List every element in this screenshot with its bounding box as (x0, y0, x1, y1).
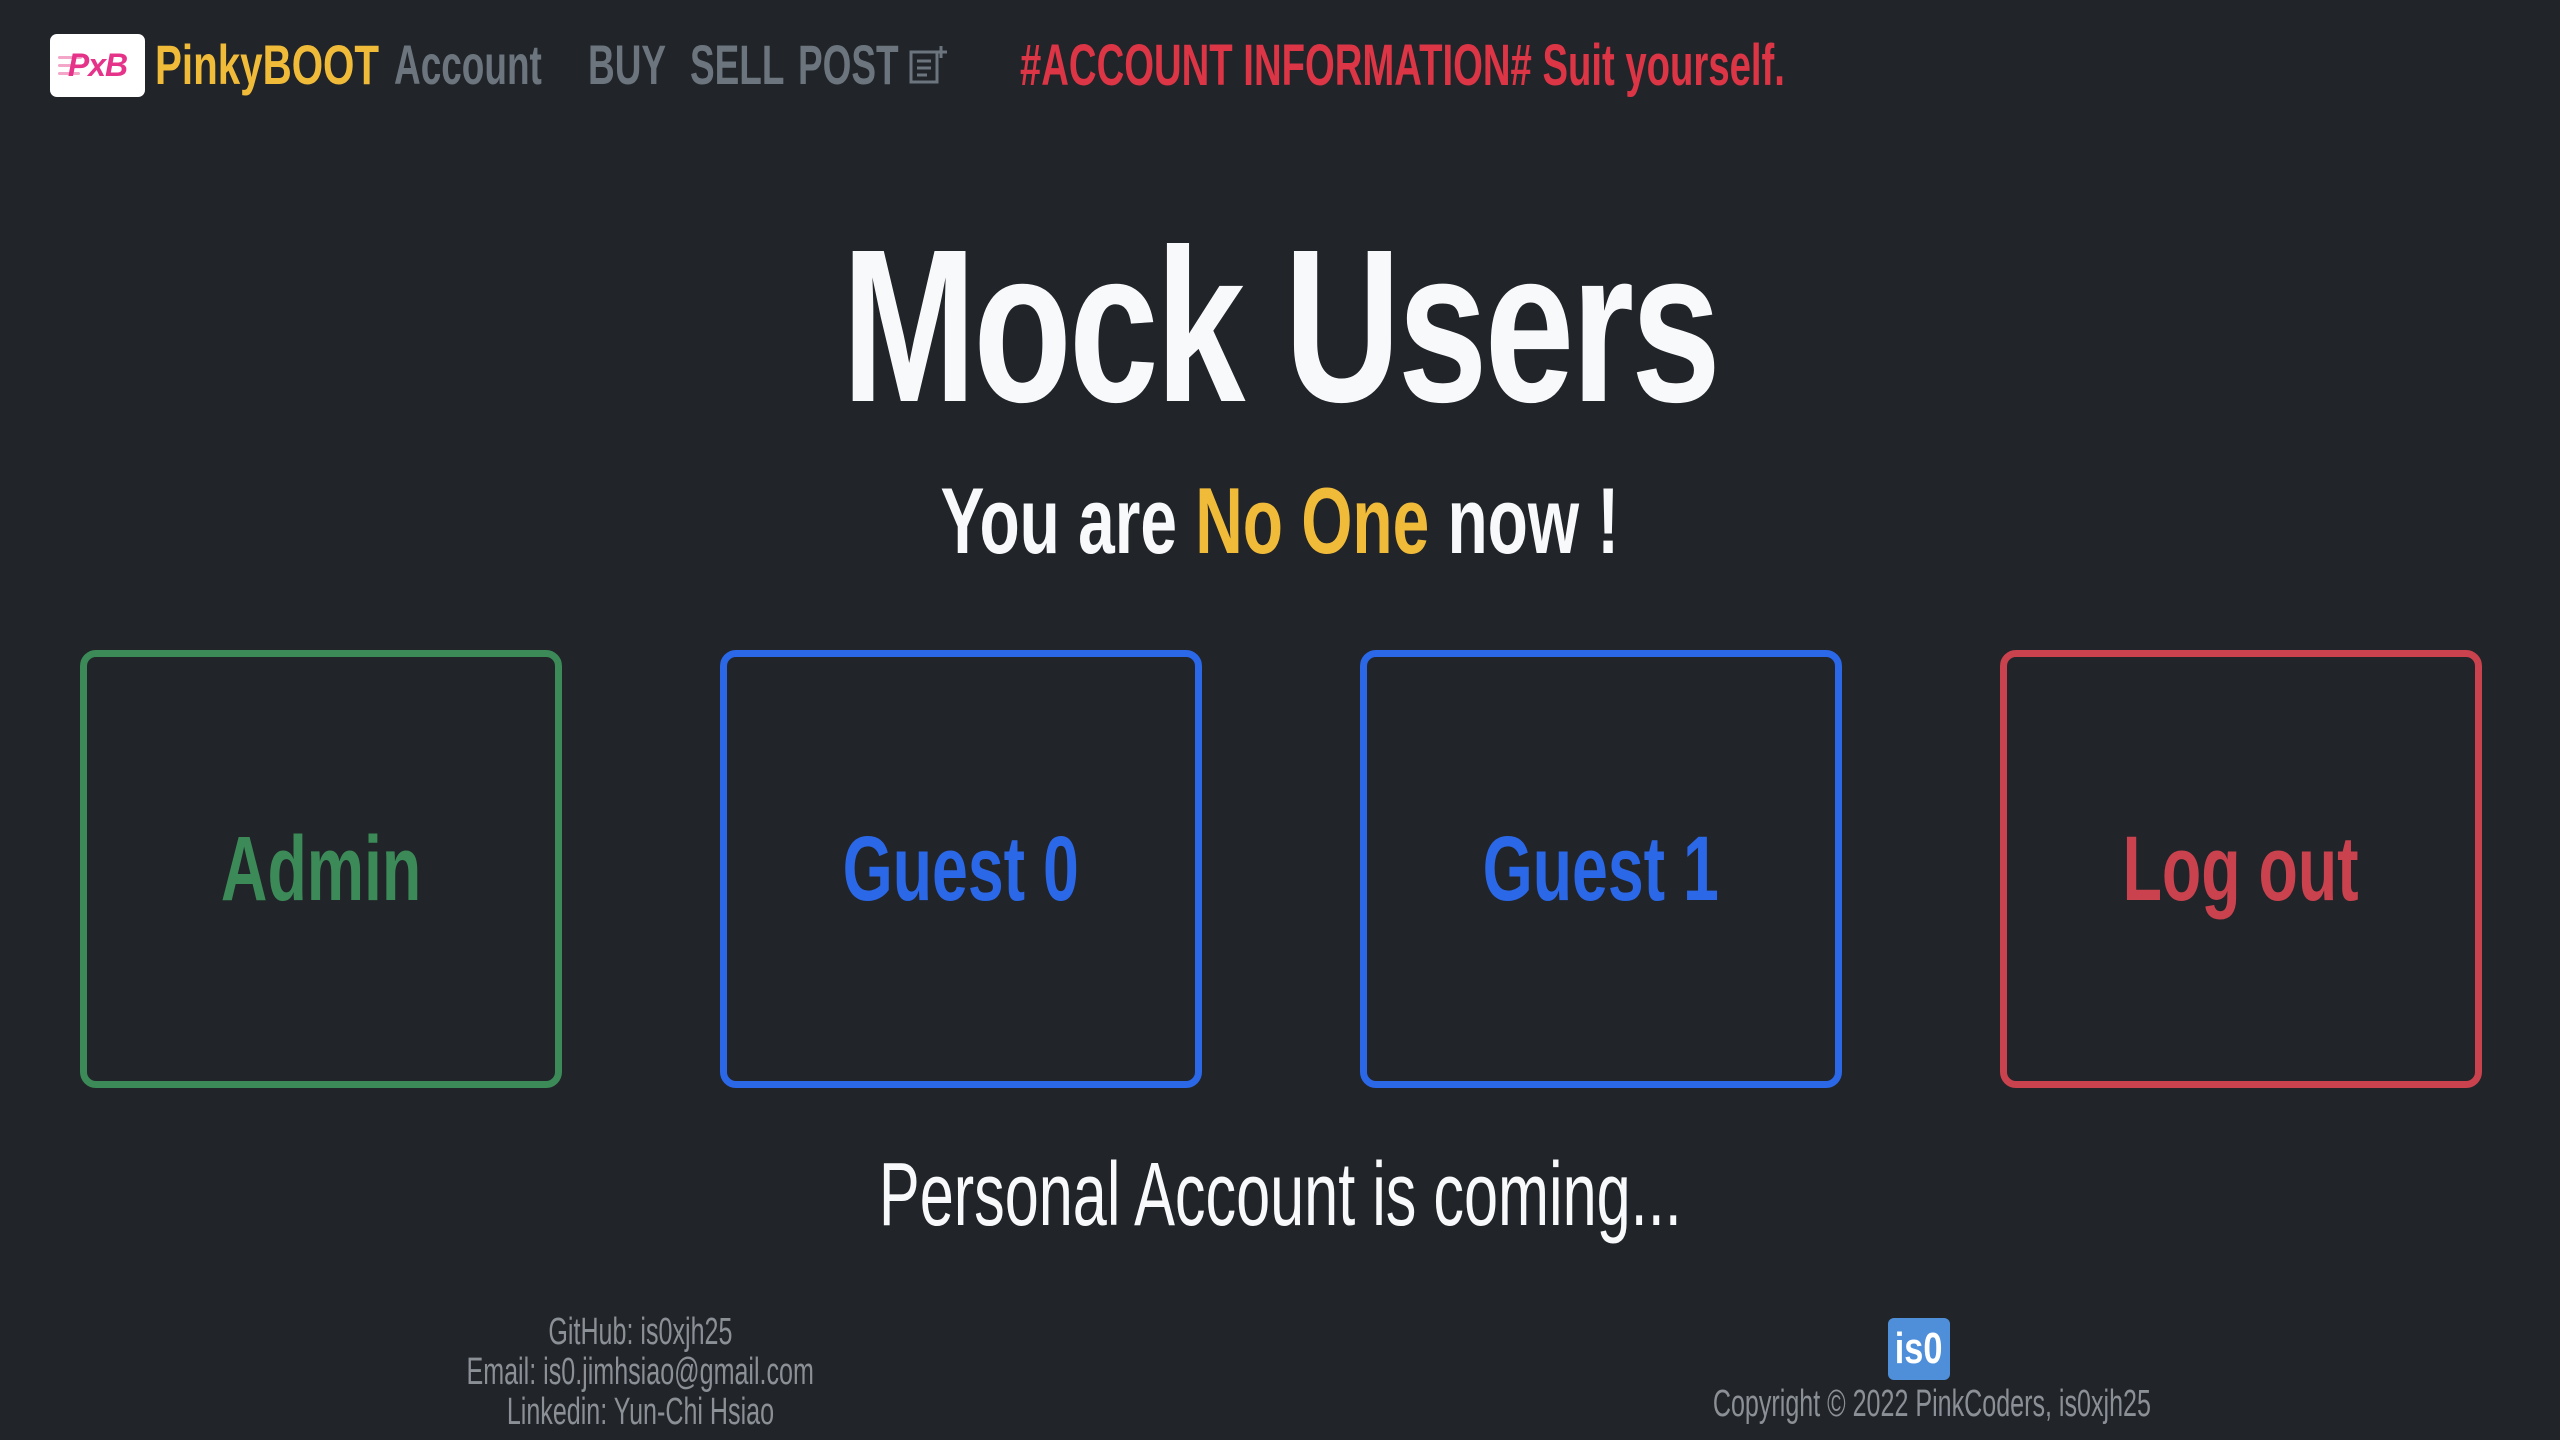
brand-link[interactable]: PinkyBOOT (155, 32, 379, 97)
footer-github-link[interactable]: GitHub: is0xjh25 (548, 1312, 732, 1352)
post-add-icon[interactable] (908, 44, 948, 86)
nav-link-post[interactable]: POST (798, 32, 899, 97)
page-title: Mock Users (0, 218, 2560, 436)
page-title-text: Mock Users (841, 205, 1721, 448)
footer-contact: GitHub: is0xjh25 Email: is0.jimhsiao@gma… (340, 1312, 940, 1432)
status-suffix: now ! (1429, 468, 1620, 573)
guest-1-account-button[interactable]: Guest 1 (1360, 650, 1842, 1088)
coming-soon-text: Personal Account is coming... (878, 1145, 1682, 1245)
guest-1-account-label: Guest 1 (1482, 817, 1720, 920)
copyright-text: Copyright © 2022 PinkCoders, is0xjh25 (1712, 1383, 2151, 1425)
logo-text: PxB (67, 47, 128, 83)
logout-label: Log out (2122, 817, 2360, 920)
navbar: PxB PinkyBOOT Account BUY SELL POST #ACC… (0, 0, 2560, 130)
status-prefix: You are (940, 468, 1196, 573)
is0-badge-text: is0 (1895, 1324, 1943, 1373)
current-user-name: No One (1195, 468, 1430, 573)
guest-0-account-label: Guest 0 (842, 817, 1080, 920)
guest-0-account-button[interactable]: Guest 0 (720, 650, 1202, 1088)
admin-account-button[interactable]: Admin (80, 650, 562, 1088)
copyright: Copyright © 2022 PinkCoders, is0xjh25 (1600, 1384, 2240, 1424)
pxb-logo[interactable]: PxB (50, 34, 145, 97)
logout-button[interactable]: Log out (2000, 650, 2482, 1088)
nav-link-sell[interactable]: SELL (690, 32, 784, 97)
nav-link-buy[interactable]: BUY (588, 32, 666, 97)
nav-link-account[interactable]: Account (394, 32, 542, 97)
footer-email-link[interactable]: Email: is0.jimhsiao@gmail.com (466, 1352, 813, 1392)
coming-soon-notice: Personal Account is coming... (0, 1150, 2560, 1240)
status-text: You are No One now ! (941, 474, 1620, 568)
page-banner: #ACCOUNT INFORMATION# Suit yourself. (1020, 33, 1785, 98)
is0-badge[interactable]: is0 (1888, 1318, 1950, 1380)
admin-account-label: Admin (220, 817, 422, 920)
current-user-status: You are No One now ! (0, 474, 2560, 568)
footer-linkedin-link[interactable]: Linkedin: Yun-Chi Hsiao (506, 1392, 773, 1432)
